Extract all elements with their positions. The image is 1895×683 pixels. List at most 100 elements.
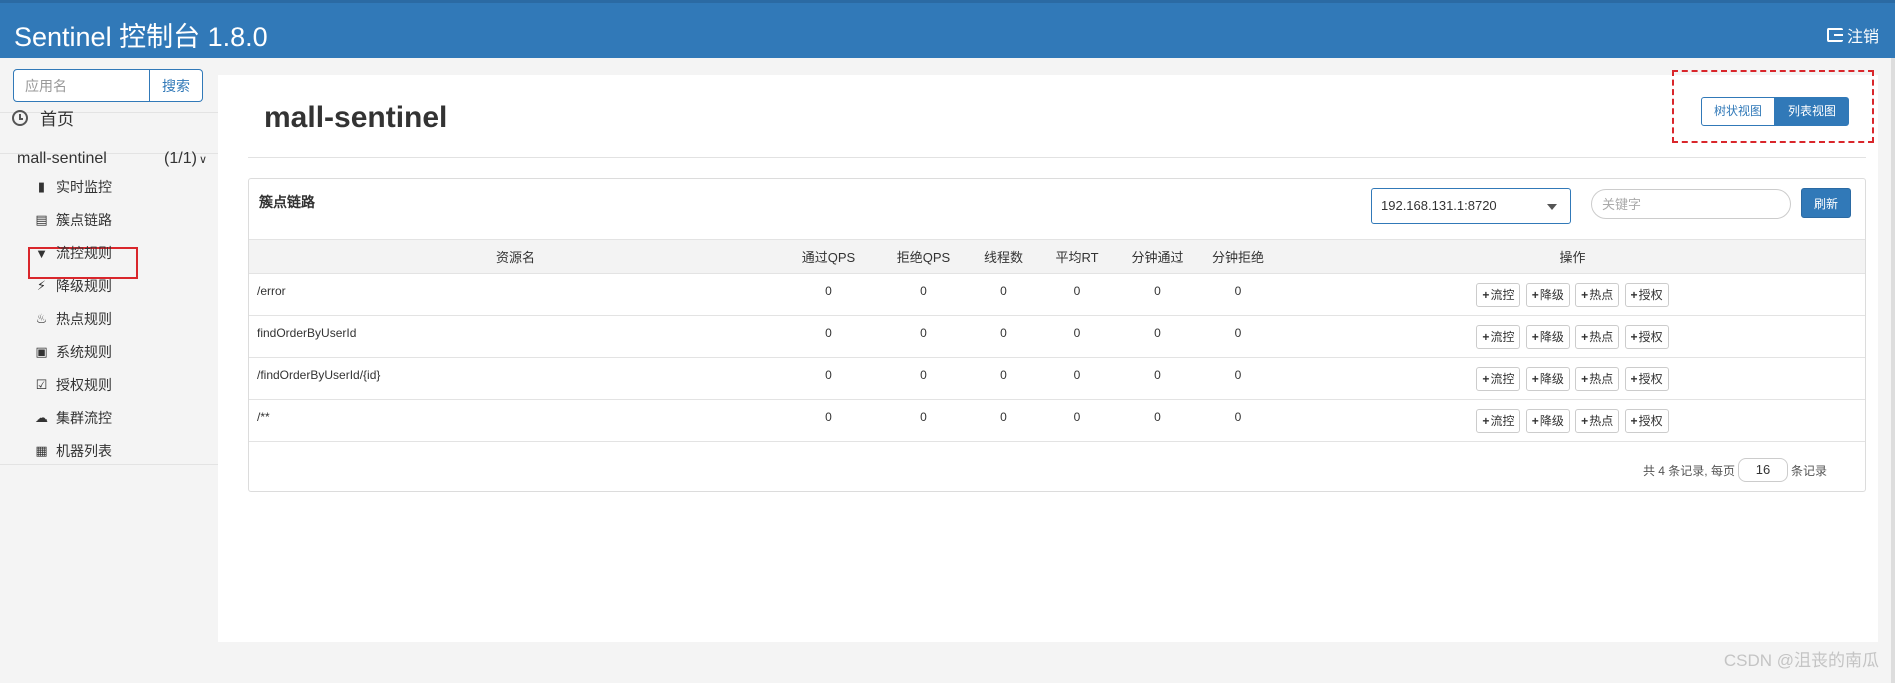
authority-rule-button[interactable]: +授权 <box>1624 367 1669 391</box>
cell-block-qps: 0 <box>920 326 927 340</box>
pager-suffix: 条记录 <box>1790 463 1827 478</box>
app-search-input[interactable] <box>13 69 150 102</box>
plus-icon: + <box>1581 330 1589 344</box>
sidebar-item-authority-rules[interactable]: ☑ 授权规则 <box>34 375 112 395</box>
sidebar-item-system-rules[interactable]: ▣ 系统规则 <box>34 342 112 362</box>
logout-link[interactable]: 注销 <box>1826 23 1879 47</box>
button-label: 热点 <box>1589 330 1614 344</box>
flow-rule-button[interactable]: +流控 <box>1476 409 1521 433</box>
sidebar-item-label: 降级规则 <box>56 278 112 294</box>
hotspot-rule-button[interactable]: +热点 <box>1575 283 1620 307</box>
caret-down-icon <box>1547 204 1557 210</box>
sidebar-item-label: 流控规则 <box>56 245 112 261</box>
logout-label: 注销 <box>1846 29 1879 46</box>
lock-icon: ▣ <box>35 344 48 359</box>
sign-out-icon <box>1826 28 1843 42</box>
cell-operations: +流控 +降级 +热点 +授权 <box>1280 274 1865 316</box>
button-label: 授权 <box>1638 414 1663 428</box>
refresh-button[interactable]: 刷新 <box>1801 188 1851 218</box>
bar-chart-icon: ▮ <box>37 179 46 194</box>
scrollbar-edge <box>1891 58 1895 683</box>
sidebar-item-label: 热点规则 <box>56 311 112 327</box>
cell-operations: +流控 +降级 +热点 +授权 <box>1280 358 1865 400</box>
sidebar-item-home[interactable]: 首页 <box>12 105 74 130</box>
cell-minute-pass: 0 <box>1154 368 1161 382</box>
cell-minute-block: 0 <box>1234 368 1242 382</box>
authority-rule-button[interactable]: +授权 <box>1624 409 1669 433</box>
cell-block-qps: 0 <box>920 284 927 298</box>
button-label: 热点 <box>1589 414 1614 428</box>
page-size-input[interactable]: 16 <box>1737 458 1788 482</box>
cell-resource: /findOrderByUserId/{id} <box>257 368 381 382</box>
col-resource: 资源名 <box>495 250 535 265</box>
hotspot-rule-button[interactable]: +热点 <box>1575 325 1620 349</box>
degrade-rule-button[interactable]: +降级 <box>1525 409 1570 433</box>
list-view-button[interactable]: 列表视图 <box>1775 97 1850 126</box>
col-avg-rt: 平均RT <box>1055 250 1099 265</box>
app-entry[interactable]: mall-sentinel (1/1) ∨ <box>17 150 207 168</box>
sidebar-item-flow-rules[interactable]: ▼ 流控规则 <box>34 243 112 263</box>
search-button[interactable]: 搜索 <box>150 69 203 102</box>
keyword-input[interactable] <box>1591 189 1791 219</box>
degrade-rule-button[interactable]: +降级 <box>1525 325 1570 349</box>
divider <box>248 157 1866 158</box>
cell-avg-rt: 0 <box>1073 410 1081 424</box>
sidebar-item-cluster-node-chain[interactable]: ▤ 簇点链路 <box>34 210 112 230</box>
plus-icon: + <box>1531 330 1539 344</box>
home-label: 首页 <box>40 110 74 129</box>
button-label: 流控 <box>1490 414 1515 428</box>
machine-select-value: 192.168.131.1:8720 <box>1381 198 1497 213</box>
flow-rule-button[interactable]: +流控 <box>1476 325 1521 349</box>
watermark: CSDN @沮丧的南瓜 <box>1723 651 1879 670</box>
plus-icon: + <box>1531 288 1539 302</box>
sidebar-item-cluster-flow[interactable]: ☁ 集群流控 <box>34 408 112 428</box>
degrade-rule-button[interactable]: +降级 <box>1525 367 1570 391</box>
sidebar-item-label: 机器列表 <box>56 443 112 459</box>
filter-icon: ▼ <box>35 245 48 261</box>
button-label: 流控 <box>1490 288 1515 302</box>
sidebar-item-hotspot-rules[interactable]: ♨ 热点规则 <box>34 309 112 329</box>
hotspot-rule-button[interactable]: +热点 <box>1575 367 1620 391</box>
sidebar-item-label: 簇点链路 <box>56 212 112 228</box>
app-search: 搜索 <box>13 69 203 102</box>
cell-threads: 0 <box>1000 326 1007 340</box>
sidebar: 搜索 首页 mall-sentinel (1/1) ∨ ▮ 实时监控 ▤ 簇点链… <box>0 58 218 683</box>
th-list-icon: ▦ <box>35 443 48 458</box>
authority-rule-button[interactable]: +授权 <box>1624 325 1669 349</box>
sidebar-item-realtime-monitor[interactable]: ▮ 实时监控 <box>34 177 112 197</box>
plus-icon: + <box>1482 288 1490 302</box>
app-count-text: (1/1) <box>164 150 197 167</box>
cell-minute-block: 0 <box>1234 284 1242 298</box>
authority-rule-button[interactable]: +授权 <box>1624 283 1669 307</box>
sidebar-item-machine-list[interactable]: ▦ 机器列表 <box>34 441 112 461</box>
plus-icon: + <box>1630 288 1638 302</box>
flow-rule-button[interactable]: +流控 <box>1476 367 1521 391</box>
button-label: 降级 <box>1539 288 1564 302</box>
machine-select[interactable]: 192.168.131.1:8720 <box>1371 188 1571 224</box>
hotspot-rule-button[interactable]: +热点 <box>1575 409 1620 433</box>
table-row: /findOrderByUserId/{id} 0 0 0 0 0 0 +流控 … <box>249 358 1865 400</box>
cell-avg-rt: 0 <box>1073 368 1081 382</box>
degrade-rule-button[interactable]: +降级 <box>1525 283 1570 307</box>
plus-icon: + <box>1581 288 1589 302</box>
col-operations: 操作 <box>1559 250 1586 265</box>
sidebar-item-degrade-rules[interactable]: ⚡ 降级规则 <box>34 276 112 296</box>
sidebar-item-label: 集群流控 <box>56 410 112 426</box>
sidebar-item-label: 系统规则 <box>56 344 112 360</box>
main-content: mall-sentinel 树状视图 列表视图 簇点链路 192.168.131… <box>218 70 1878 642</box>
pager-prefix: 共 4 条记录, 每页 <box>1642 463 1735 478</box>
cell-minute-pass: 0 <box>1154 410 1161 424</box>
button-label: 流控 <box>1490 330 1515 344</box>
brand-title[interactable]: Sentinel 控制台 1.8.0 <box>14 15 268 54</box>
top-navbar: Sentinel 控制台 1.8.0 注销 <box>0 0 1895 58</box>
cell-minute-pass: 0 <box>1154 284 1161 298</box>
flow-rule-button[interactable]: +流控 <box>1476 283 1521 307</box>
col-block-qps: 拒绝QPS <box>896 250 951 265</box>
plus-icon: + <box>1581 372 1589 386</box>
sidebar-item-label: 授权规则 <box>56 377 112 393</box>
cell-resource: findOrderByUserId <box>257 326 357 340</box>
button-label: 降级 <box>1539 414 1564 428</box>
tree-view-button[interactable]: 树状视图 <box>1701 97 1776 126</box>
resource-table: 资源名 通过QPS 拒绝QPS 线程数 平均RT 分钟通过 分钟拒绝 操作 /e… <box>249 239 1865 442</box>
plus-icon: + <box>1630 330 1638 344</box>
